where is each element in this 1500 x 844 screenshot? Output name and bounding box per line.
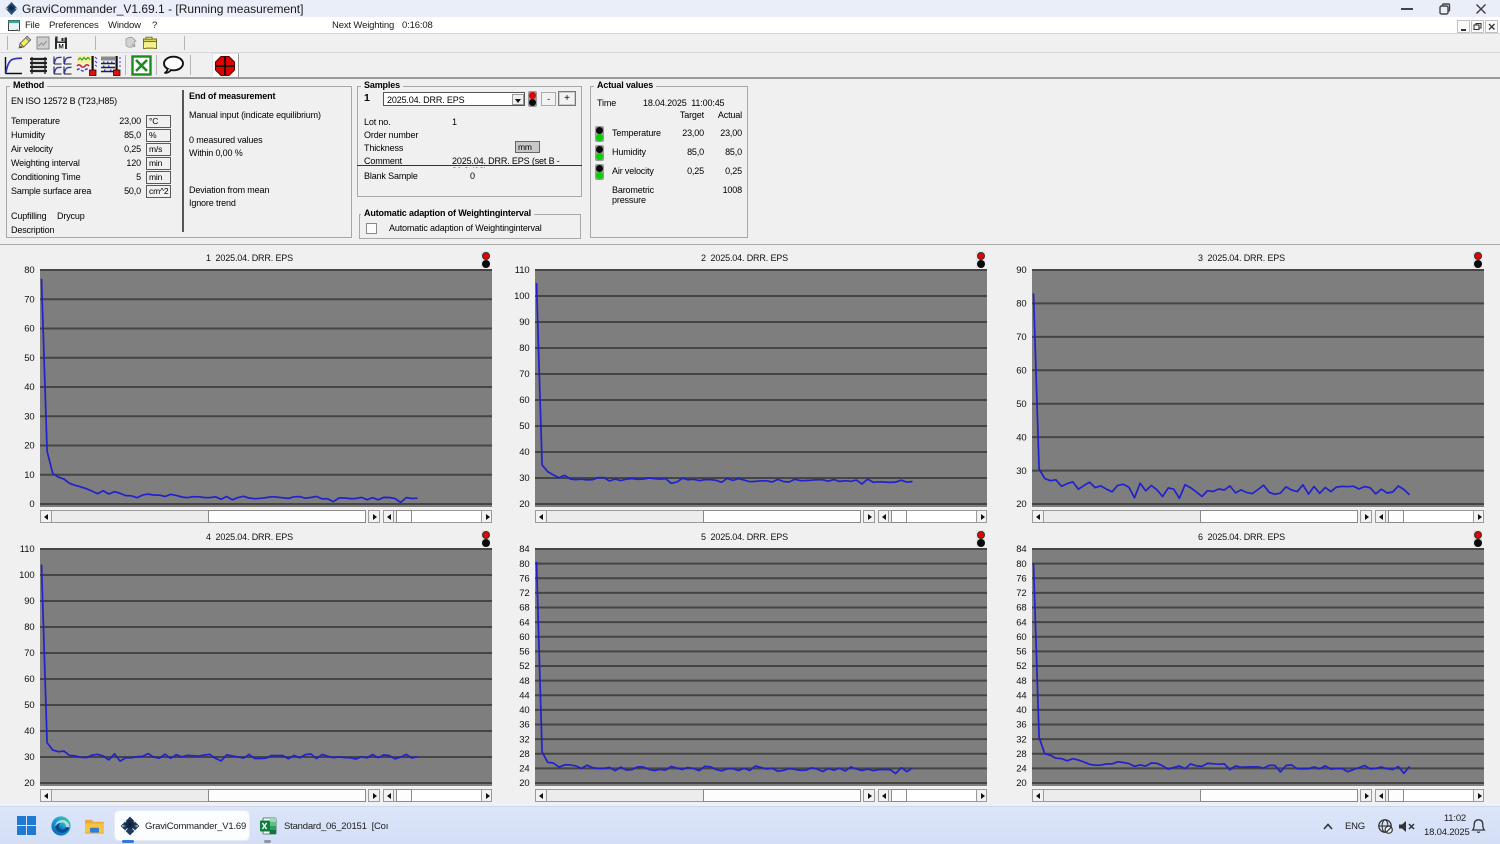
svg-text:70: 70 (519, 369, 529, 380)
svg-text:80: 80 (1016, 559, 1026, 570)
svg-text:60: 60 (519, 395, 529, 406)
svg-text:60: 60 (519, 632, 529, 643)
svg-text:68: 68 (519, 603, 529, 614)
svg-text:80: 80 (24, 265, 34, 276)
svg-text:M: M (58, 44, 63, 51)
svg-text:76: 76 (519, 574, 529, 585)
svg-text:52: 52 (1016, 661, 1026, 672)
svg-text:110: 110 (515, 265, 530, 276)
svg-text:72: 72 (519, 588, 529, 599)
svg-text:28: 28 (1016, 749, 1026, 760)
svg-text:30: 30 (24, 752, 34, 763)
svg-text:70: 70 (24, 295, 34, 306)
svg-text:60: 60 (1016, 632, 1026, 643)
svg-text:44: 44 (1016, 690, 1026, 701)
svg-text:70: 70 (24, 648, 34, 659)
svg-text:20: 20 (24, 441, 34, 452)
svg-text:48: 48 (1016, 676, 1026, 687)
svg-text:70: 70 (1016, 332, 1026, 343)
svg-text:80: 80 (1016, 299, 1026, 310)
svg-text:10: 10 (24, 470, 34, 481)
svg-text:24: 24 (519, 764, 529, 775)
svg-text:20: 20 (519, 778, 529, 789)
svg-text:20: 20 (1016, 499, 1026, 510)
svg-text:40: 40 (24, 382, 34, 393)
svg-text:90: 90 (519, 317, 529, 328)
svg-text:110: 110 (20, 544, 35, 555)
svg-text:28: 28 (519, 749, 529, 760)
svg-text:50: 50 (24, 700, 34, 711)
svg-text:90: 90 (1016, 265, 1026, 276)
svg-text:100: 100 (19, 570, 34, 581)
svg-text:40: 40 (519, 447, 529, 458)
svg-text:100: 100 (514, 291, 529, 302)
svg-text:24: 24 (1016, 764, 1026, 775)
svg-text:72: 72 (1016, 588, 1026, 599)
svg-text:80: 80 (519, 559, 529, 570)
svg-text:20: 20 (24, 778, 34, 789)
svg-text:40: 40 (1016, 705, 1026, 716)
svg-text:30: 30 (24, 411, 34, 422)
svg-text:60: 60 (24, 674, 34, 685)
svg-text:32: 32 (519, 734, 529, 745)
svg-text:40: 40 (24, 726, 34, 737)
svg-text:64: 64 (519, 617, 529, 628)
svg-text:20: 20 (1016, 778, 1026, 789)
svg-text:40: 40 (519, 705, 529, 716)
svg-text:56: 56 (519, 647, 529, 658)
svg-text:84: 84 (519, 544, 529, 555)
svg-text:30: 30 (519, 473, 529, 484)
svg-text:40: 40 (1016, 432, 1026, 443)
svg-text:36: 36 (519, 720, 529, 731)
svg-text:76: 76 (1016, 574, 1026, 585)
svg-text:68: 68 (1016, 603, 1026, 614)
svg-text:0: 0 (29, 499, 34, 510)
svg-text:50: 50 (1016, 399, 1026, 410)
svg-text:50: 50 (519, 421, 529, 432)
svg-text:90: 90 (24, 596, 34, 607)
svg-text:60: 60 (24, 324, 34, 335)
svg-text:44: 44 (519, 690, 529, 701)
svg-text:60: 60 (1016, 366, 1026, 377)
svg-text:80: 80 (24, 622, 34, 633)
svg-text:84: 84 (1016, 544, 1026, 555)
svg-text:20: 20 (519, 499, 529, 510)
svg-text:52: 52 (519, 661, 529, 672)
svg-text:80: 80 (519, 343, 529, 354)
svg-text:64: 64 (1016, 617, 1026, 628)
svg-text:56: 56 (1016, 647, 1026, 658)
svg-text:30: 30 (1016, 466, 1026, 477)
svg-text:50: 50 (24, 353, 34, 364)
svg-text:48: 48 (519, 676, 529, 687)
svg-text:32: 32 (1016, 734, 1026, 745)
svg-text:36: 36 (1016, 720, 1026, 731)
